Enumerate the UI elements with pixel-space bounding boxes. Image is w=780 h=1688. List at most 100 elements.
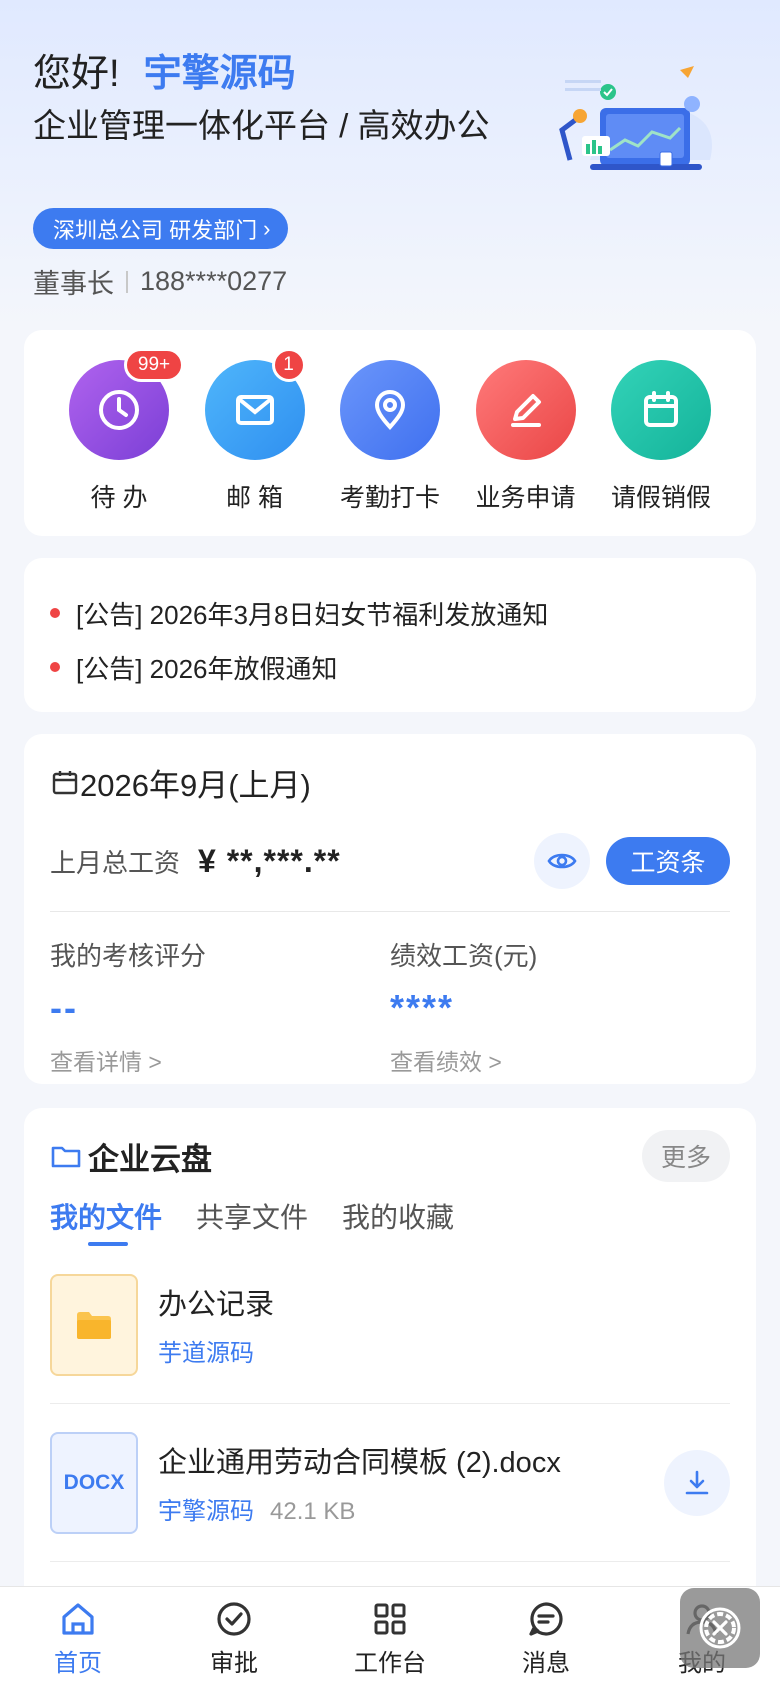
toggle-visibility-button[interactable]: [534, 833, 590, 889]
chevron-right-icon: ›: [263, 215, 271, 241]
gear-icon: [699, 1607, 741, 1649]
rating-value: --: [50, 987, 78, 1028]
download-button[interactable]: [664, 1449, 730, 1516]
tab-messages-label: 消息: [522, 1650, 570, 1677]
tab-favorites[interactable]: 我的收藏: [342, 1196, 454, 1246]
divider: [126, 270, 128, 293]
calendar-icon: [644, 391, 678, 427]
department-label: 深圳总公司 研发部门: [53, 217, 258, 243]
salary-total-label: 上月总工资: [50, 847, 181, 878]
leave-button[interactable]: [611, 360, 711, 460]
rating-details-link[interactable]: 查看详情 >: [50, 1043, 390, 1077]
salary-period: 2026年9月(上月): [80, 768, 311, 803]
folder-icon: [77, 1311, 111, 1339]
greeting: 您好! 宇擎源码: [33, 42, 296, 97]
tab-workbench-label: 工作台: [354, 1650, 426, 1677]
salary-card: 2026年9月(上月) 上月总工资 ¥ **,***.** 工资条 我的考核评分…: [24, 734, 756, 1084]
file-meta: 宇擎源码 42.1 KB: [158, 1491, 561, 1526]
quick-actions-card: 99+ 待 办 1 邮 箱 考勤打卡 业务申请 请假销假: [24, 330, 756, 536]
greeting-text: 您好!: [33, 53, 120, 95]
user-name: 宇擎源码: [143, 53, 296, 95]
folder-icon: [51, 1146, 81, 1168]
calendar-icon: [52, 770, 78, 794]
quick-action-mail[interactable]: 1 邮 箱: [200, 348, 310, 536]
cloud-tabs: 我的文件 共享文件 我的收藏: [50, 1196, 730, 1246]
download-icon: [685, 1470, 709, 1494]
docx-thumbnail: DOCX: [50, 1431, 138, 1534]
chat-icon: [529, 1602, 563, 1636]
attendance-button[interactable]: [340, 360, 440, 460]
bottom-tab-bar: 首页 审批 工作台 消息 我的: [0, 1586, 780, 1688]
location-icon: [374, 390, 406, 430]
tab-workbench[interactable]: 工作台: [312, 1587, 468, 1688]
tab-approval[interactable]: 审批: [156, 1587, 312, 1688]
tab-my-files[interactable]: 我的文件: [50, 1196, 162, 1246]
file-name: 办公记录: [158, 1289, 275, 1321]
file-row[interactable]: DOCX 企业通用劳动合同模板 (2).docx 宇擎源码 42.1 KB: [50, 1404, 730, 1562]
salary-total-value: ¥ **,***.**: [198, 842, 341, 879]
business-label: 业务申请: [475, 484, 576, 512]
notice-text: [公告] 2026年放假通知: [76, 653, 338, 684]
quick-action-leave[interactable]: 请假销假: [606, 360, 716, 536]
notice-item[interactable]: [公告] 2026年放假通知: [50, 640, 730, 694]
quick-action-todo[interactable]: 99+ 待 办: [64, 348, 184, 536]
check-circle-icon: [217, 1602, 251, 1636]
file-row[interactable]: 办公记录 芋道源码: [50, 1246, 730, 1404]
grid-icon: [374, 1603, 406, 1635]
tab-home[interactable]: 首页: [0, 1587, 156, 1688]
quick-action-attendance[interactable]: 考勤打卡: [335, 360, 445, 536]
performance-label: 绩效工资(元): [390, 941, 538, 971]
quick-action-business[interactable]: 业务申请: [471, 360, 581, 536]
leave-label: 请假销假: [610, 484, 711, 512]
file-owner: 宇擎源码: [158, 1498, 254, 1525]
file-owner: 芋道源码: [158, 1340, 254, 1367]
todo-badge: 99+: [124, 348, 184, 382]
tab-messages[interactable]: 消息: [468, 1587, 624, 1688]
attendance-label: 考勤打卡: [339, 484, 440, 512]
file-size: 42.1 KB: [270, 1498, 356, 1525]
eye-icon: [547, 853, 577, 869]
payslip-button[interactable]: 工资条: [606, 837, 730, 885]
notice-text: [公告] 2026年3月8日妇女节福利发放通知: [76, 599, 549, 630]
salary-stats: 我的考核评分 -- 查看详情 > 绩效工资(元) **** 查看绩效 >: [50, 936, 730, 1077]
performance-details-link[interactable]: 查看绩效 >: [390, 1043, 730, 1077]
salary-period-header: 2026年9月(上月): [50, 760, 730, 805]
tab-shared-files[interactable]: 共享文件: [196, 1196, 308, 1246]
clock-icon: [99, 390, 139, 430]
business-button[interactable]: [475, 360, 576, 460]
file-info: 企业通用劳动合同模板 (2).docx 宇擎源码 42.1 KB: [158, 1439, 561, 1526]
performance-column: 绩效工资(元) **** 查看绩效 >: [390, 936, 730, 1077]
mail-icon: [235, 395, 274, 425]
notice-item[interactable]: [公告] 2026年3月8日妇女节福利发放通知: [50, 586, 730, 640]
tab-home-label: 首页: [54, 1650, 102, 1677]
todo-label: 待 办: [90, 484, 148, 512]
role-line: 董事长 188****0277: [33, 262, 287, 301]
home-icon: [62, 1603, 94, 1635]
salary-total-row: 上月总工资 ¥ **,***.** 工资条: [50, 833, 730, 889]
mail-badge: 1: [271, 348, 306, 382]
rating-column: 我的考核评分 -- 查看详情 >: [50, 936, 390, 1077]
folder-thumbnail: [50, 1273, 138, 1376]
notice-dot: [50, 662, 60, 672]
file-meta: 芋道源码: [158, 1333, 274, 1368]
home-page: 您好! 宇擎源码 企业管理一体化平台 / 高效办公 深圳总公司 研发部门 › 董事…: [0, 0, 780, 1688]
file-name: 企业通用劳动合同模板 (2).docx: [158, 1447, 561, 1479]
office-illustration: [559, 66, 712, 170]
mail-label: 邮 箱: [226, 484, 283, 512]
file-info: 办公记录 芋道源码: [158, 1281, 274, 1368]
more-button[interactable]: 更多: [642, 1130, 730, 1182]
notice-dot: [50, 608, 60, 618]
user-role: 董事长: [33, 269, 114, 299]
tab-approval-label: 审批: [210, 1650, 258, 1677]
divider: [50, 911, 730, 912]
notice-card: [公告] 2026年3月8日妇女节福利发放通知 [公告] 2026年放假通知: [24, 558, 756, 712]
performance-value: ****: [390, 987, 455, 1028]
rating-label: 我的考核评分: [50, 941, 207, 971]
cloud-title: 企业云盘: [88, 1141, 212, 1177]
slogan: 企业管理一体化平台 / 高效办公: [33, 107, 490, 144]
user-phone: 188****0277: [140, 266, 288, 296]
pen-icon: [510, 394, 541, 427]
department-selector[interactable]: 深圳总公司 研发部门 ›: [33, 208, 289, 249]
floating-settings-button[interactable]: [680, 1588, 760, 1668]
cloud-header: 企业云盘 更多: [50, 1130, 730, 1182]
